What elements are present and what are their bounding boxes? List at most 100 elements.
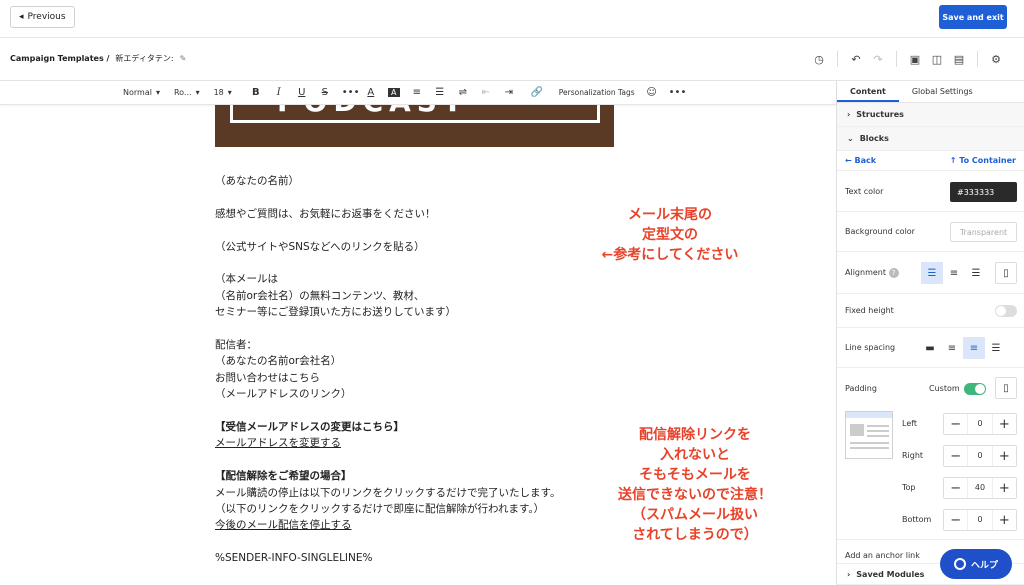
- undo-icon[interactable]: ↶: [848, 51, 864, 67]
- text-line: （公式サイトやSNSなどへのリンクを貼る）: [215, 240, 425, 253]
- chevron-down-icon: ⌄: [847, 134, 854, 143]
- padding-left-stepper[interactable]: − 0 +: [943, 413, 1017, 435]
- unsubscribe-link[interactable]: 今後のメール配信を停止する: [215, 517, 615, 533]
- line-spacing-label: Line spacing: [845, 343, 896, 352]
- plus-icon[interactable]: +: [993, 449, 1016, 464]
- plus-icon[interactable]: +: [993, 481, 1016, 496]
- block-navigation: ← Back ↑ To Container: [837, 151, 1024, 171]
- annotation-line: 送信できないので注意！: [618, 487, 772, 503]
- caret-down-icon: ▾: [195, 88, 200, 97]
- change-address-link[interactable]: メールアドレスを変更する: [215, 435, 615, 451]
- preview-icon[interactable]: ◫: [929, 51, 945, 67]
- toggle-knob: [975, 384, 985, 394]
- plus-icon[interactable]: +: [993, 513, 1016, 528]
- strikethrough-icon[interactable]: S: [319, 87, 331, 98]
- breadcrumb-root[interactable]: Campaign Templates /: [10, 54, 109, 63]
- padding-right-stepper[interactable]: − 0 +: [943, 445, 1017, 467]
- padding-right-value[interactable]: 0: [967, 446, 993, 466]
- bold-icon[interactable]: B: [250, 87, 262, 98]
- minus-icon[interactable]: −: [944, 449, 967, 464]
- align-right-icon[interactable]: ☰: [965, 262, 987, 284]
- bullet-list-icon[interactable]: ☰: [434, 87, 446, 98]
- chat-bubble-icon: [953, 558, 966, 570]
- underline-icon[interactable]: U: [296, 87, 308, 98]
- more-icon[interactable]: •••: [342, 87, 360, 98]
- padding-side-label: Right: [902, 451, 924, 460]
- fixed-height-toggle[interactable]: [995, 305, 1017, 317]
- back-link[interactable]: ← Back: [845, 156, 876, 165]
- font-family-value: Ro...: [173, 88, 192, 97]
- previous-label: Previous: [27, 12, 66, 22]
- help-icon[interactable]: ?: [888, 268, 899, 278]
- template-name[interactable]: 新エディタテン:: [115, 53, 173, 64]
- text-line: お問い合わせはこちら: [215, 371, 320, 384]
- chevron-right-icon: ›: [847, 110, 851, 119]
- redo-icon[interactable]: ↷: [870, 51, 886, 67]
- minus-icon[interactable]: −: [944, 417, 967, 432]
- paragraph-style-select[interactable]: Normal ▾: [123, 88, 160, 97]
- podcast-banner-image[interactable]: PODCAST: [215, 105, 614, 147]
- line-spacing-normal-icon[interactable]: ≡: [941, 337, 963, 359]
- padding-bottom-value[interactable]: 0: [967, 510, 993, 530]
- link-icon[interactable]: 🔗: [531, 87, 543, 98]
- align-icon[interactable]: ≡: [411, 87, 423, 98]
- tab-global-settings[interactable]: Global Settings: [899, 81, 986, 102]
- mobile-view-icon[interactable]: ▯: [995, 262, 1017, 284]
- text-line: メール購読の停止は以下のリンクをクリックするだけで完了いたします。: [215, 486, 561, 499]
- email-canvas[interactable]: PODCAST （あなたの名前） 感想やご質問は、お気軽にお返事をください！ （…: [0, 105, 836, 585]
- padding-top-row: Top − 40 +: [837, 472, 1024, 504]
- background-color-row: Background color Transparent: [837, 212, 1024, 252]
- align-center-icon[interactable]: ≡: [943, 262, 965, 284]
- italic-icon[interactable]: I: [273, 87, 285, 98]
- banner-logo-text: PODCAST: [277, 105, 468, 118]
- chevron-left-icon: ◂: [19, 12, 24, 22]
- font-family-select[interactable]: Ro... ▾: [174, 88, 200, 97]
- text-line: 感想やご質問は、お気軽にお返事をください！: [215, 207, 436, 220]
- align-left-icon[interactable]: ☰: [921, 262, 943, 284]
- font-size-select[interactable]: 18 ▾: [214, 88, 232, 97]
- line-spacing-wide-icon[interactable]: ☰: [985, 337, 1007, 359]
- more-options-icon[interactable]: •••: [669, 87, 687, 98]
- toggle-knob: [996, 306, 1006, 316]
- text-color-picker[interactable]: #333333: [950, 182, 1017, 202]
- custom-padding-toggle[interactable]: [964, 383, 986, 395]
- padding-row: Padding Custom ▯: [837, 368, 1024, 408]
- line-spacing-medium-icon[interactable]: ≡: [963, 337, 985, 359]
- history-icon[interactable]: ◷: [811, 51, 827, 67]
- line-spacing-tight-icon[interactable]: ▬: [919, 337, 941, 359]
- text-color-icon[interactable]: A: [365, 87, 377, 98]
- plus-icon[interactable]: +: [993, 417, 1016, 432]
- mobile-padding-icon[interactable]: ▯: [995, 377, 1017, 399]
- help-button[interactable]: ヘルプ: [940, 549, 1012, 579]
- formatting-toolbar: Normal ▾ Ro... ▾ 18 ▾ B I U S ••• A A ≡ …: [0, 81, 836, 105]
- tab-content[interactable]: Content: [837, 81, 899, 102]
- highlight-color-icon[interactable]: A: [387, 88, 400, 97]
- anchor-link-label: Add an anchor link: [845, 551, 920, 560]
- previous-button[interactable]: ◂ Previous: [10, 6, 75, 28]
- save-template-icon[interactable]: ▤: [951, 51, 967, 67]
- minus-icon[interactable]: −: [944, 513, 967, 528]
- minus-icon[interactable]: −: [944, 481, 967, 496]
- email-body-text[interactable]: （あなたの名前） 感想やご質問は、お気軽にお返事をください！ （公式サイトやSN…: [215, 173, 615, 567]
- gear-icon[interactable]: ⚙: [988, 51, 1004, 67]
- to-container-link[interactable]: ↑ To Container: [950, 156, 1016, 165]
- indent-icon[interactable]: ⇥: [503, 87, 515, 98]
- save-and-exit-button[interactable]: Save and exit: [939, 5, 1007, 29]
- padding-left-value[interactable]: 0: [967, 414, 993, 434]
- emoji-icon[interactable]: ☺: [646, 87, 658, 98]
- line-height-icon[interactable]: ⇌: [457, 87, 469, 98]
- padding-top-stepper[interactable]: − 40 +: [943, 477, 1017, 499]
- outdent-icon[interactable]: ⇤: [480, 87, 492, 98]
- text-color-label: Text color: [845, 187, 884, 196]
- blocks-section[interactable]: ⌄ Blocks: [837, 127, 1024, 151]
- code-view-icon[interactable]: ▣: [907, 51, 923, 67]
- padding-top-value[interactable]: 40: [967, 478, 993, 498]
- padding-bottom-stepper[interactable]: − 0 +: [943, 509, 1017, 531]
- structures-section[interactable]: › Structures: [837, 103, 1024, 127]
- personalization-tags-button[interactable]: Personalization Tags: [559, 88, 635, 97]
- background-color-picker[interactable]: Transparent: [950, 222, 1017, 242]
- saved-modules-label: Saved Modules: [856, 569, 925, 579]
- pencil-icon[interactable]: ✎: [180, 54, 187, 63]
